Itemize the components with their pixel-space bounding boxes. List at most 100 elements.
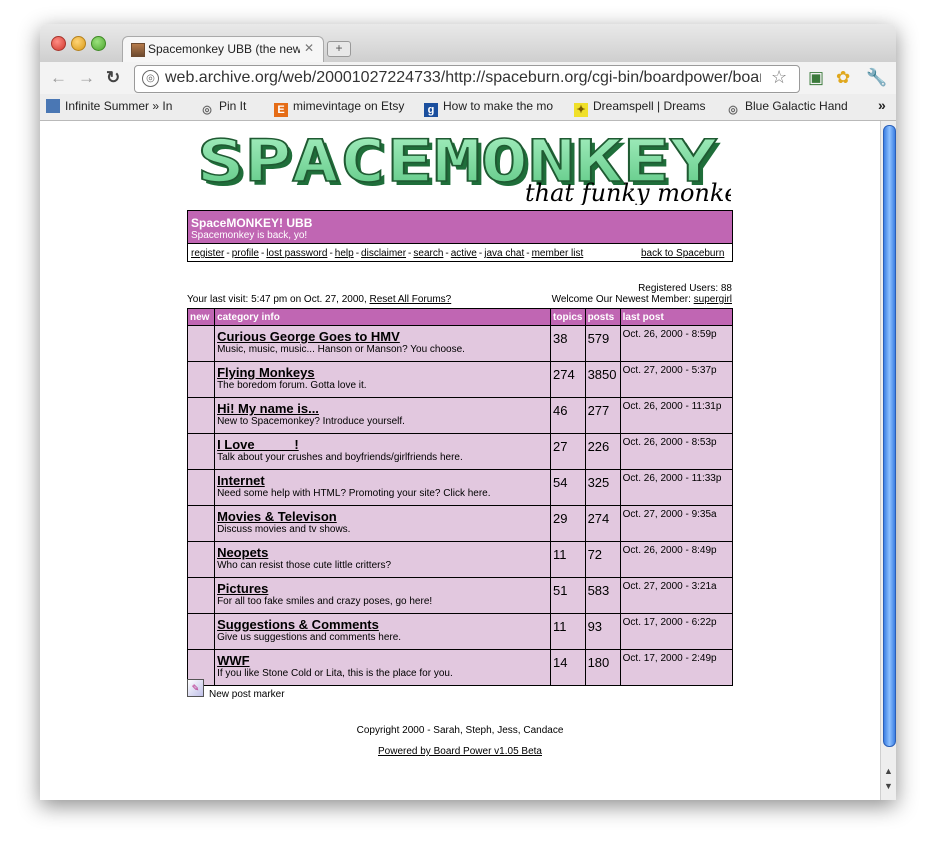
posts-cell: 579 [584,325,621,362]
posts-cell: 93 [584,613,621,650]
forum-description: Need some help with HTML? Promoting your… [217,488,491,499]
forum-link[interactable]: Neopets [217,545,548,560]
wrench-icon[interactable]: 🔧 [866,68,887,88]
java-chat-link[interactable]: java chat [484,248,524,259]
bookmarks-bar: Infinite Summer » In ◎ Pin It Emimevintag… [40,94,896,121]
page-content: SPACEMONKEY SPACEMONKEY that funky monke… [40,121,880,800]
bookmark-item[interactable]: ✦ Dreamspell | Dreams [574,99,710,117]
lost-password-link[interactable]: lost password [266,248,327,259]
category-cell: Hi! My name is... New to Spacemonkey? Int… [214,397,552,434]
extension-icon[interactable]: ▣ [808,68,824,88]
board-header: SpaceMONKEY! UBB Spacemonkey is back, yo… [187,210,733,262]
header-posts: posts [584,308,621,326]
disclaimer-link[interactable]: disclaimer [361,248,406,259]
forum-row: Pictures For all too fake smiles and craz… [186,577,734,614]
forum-description: The boredom forum. Gotta love it. [217,380,367,391]
new-post-marker-icon: ✎ [187,679,204,697]
url-text: web.archive.org/web/20001027224733/http:… [165,69,761,86]
scroll-thumb[interactable] [883,125,896,747]
star-icon: ✦ [574,103,588,117]
svg-text:that funky monkey!: that funky monkey! [525,179,731,205]
new-indicator-cell [186,613,216,650]
image-icon [46,99,60,113]
header-category: category info [214,308,552,326]
forum-row: Hi! My name is... New to Spacemonkey? Int… [186,397,734,434]
last-post-cell: Oct. 26, 2000 - 11:31p [619,397,734,434]
forum-link[interactable]: WWF [217,653,548,668]
forum-link[interactable]: Internet [217,473,548,488]
title-bar: Spacemonkey UBB (the new& ✕ + [40,24,896,63]
bookmark-item[interactable]: ◎ Pin It [200,99,270,117]
last-post-cell: Oct. 17, 2000 - 6:22p [619,613,734,650]
posts-cell: 226 [584,433,621,470]
vertical-scrollbar[interactable]: ▲ ▼ [880,121,896,800]
board-title: SpaceMONKEY! UBB [191,216,313,230]
forum-row: Neopets Who can resist those cute little … [186,541,734,578]
forward-arrow-icon[interactable]: → [78,68,95,88]
reset-forums-link[interactable]: Reset All Forums? [370,294,452,305]
last-post-cell: Oct. 17, 2000 - 2:49p [619,649,734,686]
help-link[interactable]: help [335,248,354,259]
bookmark-item[interactable]: Infinite Summer » In [46,99,180,113]
forum-link[interactable]: Flying Monkeys [217,365,548,380]
maximize-window-button[interactable] [91,36,106,51]
bookmarks-overflow-icon[interactable]: » [878,97,886,113]
bookmark-item[interactable]: ◎ Blue Galactic Hand [726,99,856,117]
bookmark-item[interactable]: Emimevintage on Etsy [274,99,408,117]
forum-table: new category info topics posts last post… [186,308,734,686]
browser-tab[interactable]: Spacemonkey UBB (the new& ✕ [122,36,324,63]
profile-link[interactable]: profile [232,248,259,259]
last-visit-info: Your last visit: 5:47 pm on Oct. 27, 200… [187,294,452,305]
register-link[interactable]: register [191,248,224,259]
newest-member-info: Welcome Our Newest Member: supergirl [551,294,732,305]
minimize-window-button[interactable] [71,36,86,51]
category-cell: Flying Monkeys The boredom forum. Gotta l… [214,361,552,398]
posts-cell: 274 [584,505,621,542]
category-cell: I Love _____! Talk about your crushes and… [214,433,552,470]
topics-cell: 51 [550,577,586,614]
forum-link[interactable]: Movies & Televison [217,509,548,524]
globe-icon: ◎ [142,70,159,87]
address-bar[interactable]: ◎ web.archive.org/web/20001027224733/htt… [134,65,800,93]
last-post-cell: Oct. 27, 2000 - 3:21a [619,577,734,614]
tab-close-icon[interactable]: ✕ [304,41,314,55]
active-link[interactable]: active [451,248,477,259]
topics-cell: 54 [550,469,586,506]
puzzle-icon[interactable]: ✿ [836,68,850,88]
posts-cell: 277 [584,397,621,434]
forum-description: Talk about your crushes and boyfriends/g… [217,452,463,463]
forum-link[interactable]: Hi! My name is... [217,401,548,416]
forum-link[interactable]: Suggestions & Comments [217,617,548,632]
topics-cell: 14 [550,649,586,686]
back-to-spaceburn-link[interactable]: back to Spaceburn [641,248,724,259]
topics-cell: 11 [550,541,586,578]
scroll-up-arrow-icon[interactable]: ▲ [884,766,893,776]
etsy-icon: E [274,103,288,117]
reload-icon[interactable]: ↻ [106,68,120,88]
last-post-cell: Oct. 26, 2000 - 8:49p [619,541,734,578]
category-cell: Movies & Televison Discuss movies and tv … [214,505,552,542]
category-cell: Internet Need some help with HTML? Promot… [214,469,552,506]
browser-window: Spacemonkey UBB (the new& ✕ + ← → ↻ ◎ we… [40,24,896,800]
close-window-button[interactable] [51,36,66,51]
bookmark-star-icon[interactable]: ☆ [771,67,787,88]
forum-link[interactable]: Pictures [217,581,548,596]
nav-links: register - profile - lost password - help - disc… [191,248,584,259]
forum-row: Curious George Goes to HMV Music, music, … [186,325,734,362]
member-list-link[interactable]: member list [532,248,584,259]
back-arrow-icon[interactable]: ← [50,68,67,88]
new-tab-button[interactable]: + [327,41,351,57]
scroll-down-arrow-icon[interactable]: ▼ [884,781,893,791]
category-cell: Curious George Goes to HMV Music, music, … [214,325,552,362]
topics-cell: 29 [550,505,586,542]
forum-link[interactable]: I Love _____! [217,437,548,452]
forum-description: For all too fake smiles and crazy poses,… [217,596,433,607]
bookmark-item[interactable]: g How to make the mo [424,99,558,117]
category-cell: Pictures For all too fake smiles and craz… [214,577,552,614]
search-link[interactable]: search [413,248,443,259]
last-post-cell: Oct. 27, 2000 - 5:37p [619,361,734,398]
powered-by-link[interactable]: Powered by Board Power v1.05 Beta [378,746,542,757]
newest-member-link[interactable]: supergirl [694,294,732,305]
forum-description: Music, music, music... Hanson or Manson?… [217,344,465,355]
forum-link[interactable]: Curious George Goes to HMV [217,329,548,344]
